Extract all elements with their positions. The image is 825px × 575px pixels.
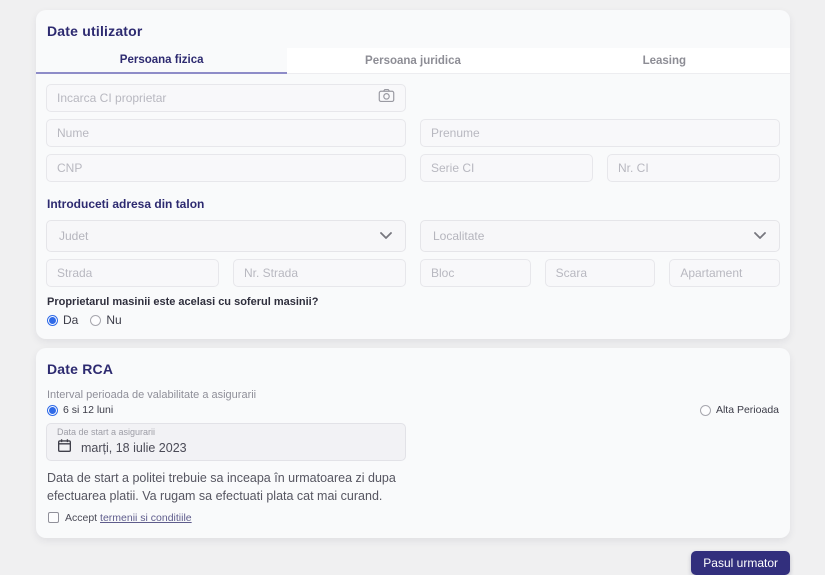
terms-row: Accept termenii si conditiile	[48, 512, 779, 524]
next-step-button[interactable]: Pasul urmator	[691, 550, 790, 575]
terms-link[interactable]: termenii si conditiile	[100, 512, 192, 524]
radio-label: 6 si 12 luni	[63, 404, 114, 416]
user-card-title: Date utilizator	[47, 23, 143, 39]
radio-label: Alta Perioada	[715, 404, 779, 416]
radio-option-6-12-luni[interactable]: 6 si 12 luni	[47, 404, 113, 416]
user-data-card: Date utilizator Persoana fizica Persoana…	[36, 10, 790, 339]
localitate-placeholder: Localitate	[433, 229, 485, 243]
cnp-input[interactable]	[46, 154, 406, 182]
start-date-label: Data de start a asigurarii	[57, 427, 156, 437]
radio-icon	[90, 314, 102, 326]
ci-row	[420, 154, 780, 182]
radio-option-alta-perioada[interactable]: Alta Perioada	[699, 404, 779, 416]
tab-label: Persoana juridica	[365, 54, 461, 67]
interval-options: 6 si 12 luni Alta Perioada	[47, 404, 779, 416]
judet-select[interactable]: Judet	[46, 220, 406, 252]
nr-strada-input[interactable]	[233, 259, 406, 287]
start-date-value: marți, 18 iulie 2023	[81, 441, 187, 455]
street-row	[46, 259, 406, 287]
calendar-icon	[57, 438, 72, 458]
start-date-field[interactable]: Data de start a asigurarii marți, 18 iul…	[46, 423, 406, 461]
strada-input[interactable]	[46, 259, 219, 287]
footer: Pasul urmator	[36, 550, 790, 575]
upload-ci-placeholder: Incarca CI proprietar	[57, 91, 167, 105]
rca-data-card: Date RCA Interval perioada de valabilita…	[36, 348, 790, 538]
tab-persoana-juridica[interactable]: Persoana juridica	[287, 48, 539, 74]
camera-icon	[378, 88, 395, 108]
tab-label: Persoana fizica	[119, 54, 204, 66]
apartament-input[interactable]	[669, 259, 780, 287]
interval-label: Interval perioada de valabilitate a asig…	[47, 389, 257, 401]
radio-icon	[47, 404, 58, 416]
building-row	[420, 259, 780, 287]
owner-question-label: Proprietarul masinii este acelasi cu sof…	[47, 296, 319, 308]
nr-ci-input[interactable]	[607, 154, 780, 182]
bloc-input[interactable]	[420, 259, 531, 287]
prenume-input[interactable]	[420, 119, 780, 147]
chevron-down-icon	[753, 227, 767, 245]
nume-input[interactable]	[46, 119, 406, 147]
serie-ci-input[interactable]	[420, 154, 593, 182]
radio-label: Da	[63, 313, 79, 327]
upload-ci-field[interactable]: Incarca CI proprietar	[46, 84, 406, 112]
tab-label: Leasing	[642, 54, 687, 67]
address-heading: Introduceti adresa din talon	[47, 197, 205, 211]
radio-icon	[699, 404, 711, 416]
rca-card-title: Date RCA	[47, 361, 114, 377]
scara-input[interactable]	[544, 259, 656, 287]
terms-checkbox[interactable]	[48, 512, 59, 523]
page: Date utilizator Persoana fizica Persoana…	[0, 0, 825, 575]
payment-note: Data de start a politei trebuie sa incea…	[47, 471, 396, 503]
terms-prefix: Accept	[65, 511, 101, 524]
person-type-tabs: Persoana fizica Persoana juridica Leasin…	[36, 48, 790, 74]
radio-option-nu[interactable]: Nu	[90, 313, 122, 327]
user-card-content: Incarca CI proprietar Nume Prenume CNP S…	[36, 74, 790, 339]
judet-placeholder: Judet	[59, 229, 89, 243]
radio-icon	[47, 314, 58, 326]
radio-label: Nu	[106, 313, 122, 327]
chevron-down-icon	[379, 227, 393, 245]
tab-persoana-fizica[interactable]: Persoana fizica	[36, 48, 288, 74]
tab-leasing[interactable]: Leasing	[538, 48, 790, 74]
rca-card-content: Interval perioada de valabilitate a asig…	[36, 389, 790, 538]
terms-text: Accept termenii si conditiile	[65, 512, 192, 524]
localitate-select[interactable]: Localitate	[420, 220, 780, 252]
owner-question-options: Da Nu	[47, 313, 779, 327]
radio-option-da[interactable]: Da	[47, 313, 78, 327]
